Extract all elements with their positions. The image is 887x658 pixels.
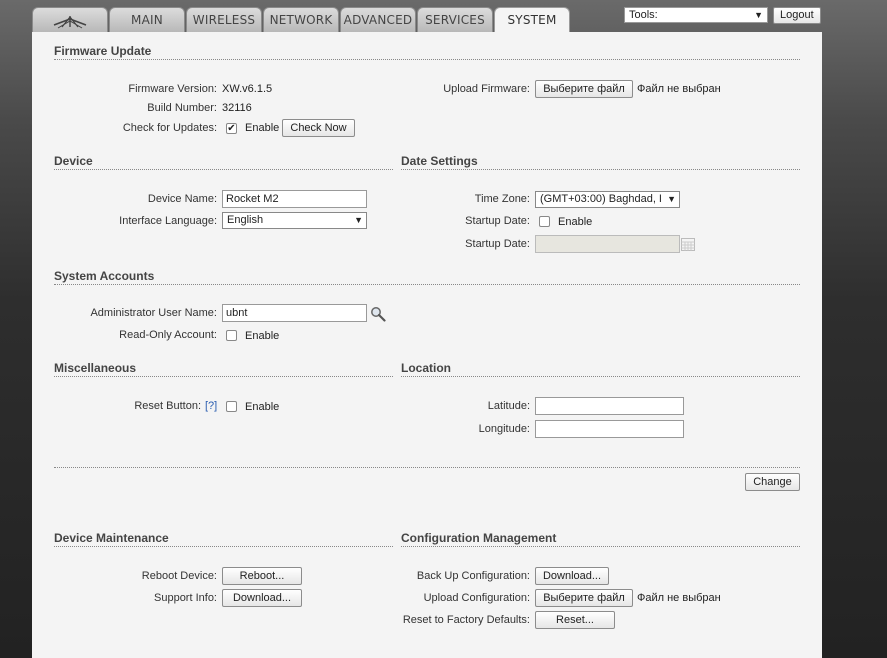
divider <box>401 169 800 170</box>
firmware-section-title: Firmware Update <box>54 44 152 58</box>
firmware-version-value: XW.v6.1.5 <box>222 83 273 95</box>
support-info-label: Support Info: <box>154 592 217 604</box>
firmware-version-label: Firmware Version: <box>128 83 217 95</box>
tools-select[interactable]: Tools: ▼ <box>624 7 768 23</box>
reset-factory-defaults-label: Reset to Factory Defaults: <box>402 614 530 626</box>
check-updates-enable-label: Enable <box>245 122 280 134</box>
reboot-device-label: Reboot Device: <box>141 570 217 582</box>
tab-main[interactable]: MAIN <box>109 7 185 32</box>
divider <box>54 59 800 60</box>
search-key-icon[interactable] <box>370 306 386 322</box>
system-accounts-section-title: System Accounts <box>54 269 155 283</box>
time-zone-value: (GMT+03:00) Baghdad, I <box>540 193 662 205</box>
latitude-label: Latitude: <box>487 400 530 412</box>
admin-username-input[interactable]: ubnt <box>222 304 367 322</box>
time-zone-select[interactable]: (GMT+03:00) Baghdad, I ▼ <box>535 191 680 208</box>
device-name-label: Device Name: <box>147 193 217 205</box>
firmware-no-file-text: Файл не выбран <box>637 83 721 95</box>
location-section-title: Location <box>401 361 451 375</box>
divider <box>401 376 800 377</box>
device-section-title: Device <box>54 154 93 168</box>
longitude-label: Longitude: <box>478 423 530 435</box>
reset-button-checkbox[interactable] <box>226 401 237 412</box>
interface-language-select[interactable]: English ▼ <box>222 212 367 229</box>
device-name-input[interactable]: Rocket M2 <box>222 190 367 208</box>
configuration-management-section-title: Configuration Management <box>401 531 557 545</box>
readonly-account-checkbox[interactable] <box>226 330 237 341</box>
device-maintenance-section-title: Device Maintenance <box>54 531 169 545</box>
chevron-down-icon: ▼ <box>754 10 763 20</box>
startup-date-input[interactable] <box>535 235 680 253</box>
startup-date-label: Startup Date: <box>465 238 530 250</box>
ubiquiti-logo-icon <box>53 16 87 29</box>
reboot-button[interactable]: Reboot... <box>222 567 302 585</box>
build-number-label: Build Number: <box>147 102 217 114</box>
tab-wireless[interactable]: WIRELESS <box>186 7 262 32</box>
interface-language-label: Interface Language: <box>119 215 217 227</box>
latitude-input[interactable] <box>535 397 684 415</box>
configuration-no-file-text: Файл не выбран <box>637 592 721 604</box>
reset-button-enable-text: Enable <box>245 401 280 413</box>
firmware-choose-file-button[interactable]: Выберите файл <box>535 80 633 98</box>
chevron-down-icon: ▼ <box>352 213 363 228</box>
tab-advanced[interactable]: ADVANCED <box>340 7 416 32</box>
divider <box>54 376 393 377</box>
chevron-down-icon: ▼ <box>665 192 676 207</box>
reset-button-help-link[interactable]: [?] <box>205 400 217 412</box>
check-now-button[interactable]: Check Now <box>282 119 355 137</box>
admin-username-label: Administrator User Name: <box>90 307 217 319</box>
calendar-icon[interactable] <box>681 237 695 251</box>
backup-configuration-label: Back Up Configuration: <box>416 570 530 582</box>
support-info-download-button[interactable]: Download... <box>222 589 302 607</box>
miscellaneous-section-title: Miscellaneous <box>54 361 137 375</box>
upload-configuration-label: Upload Configuration: <box>423 592 530 604</box>
logout-button[interactable]: Logout <box>773 7 821 24</box>
check-updates-checkbox[interactable]: ✔ <box>226 123 237 134</box>
time-zone-label: Time Zone: <box>474 193 530 205</box>
language-value: English <box>227 214 264 226</box>
tab-network[interactable]: NETWORK <box>263 7 339 32</box>
readonly-account-label: Read-Only Account: <box>119 329 217 341</box>
ubiquiti-logo-tab[interactable] <box>32 7 108 32</box>
reset-button-label: Reset Button: <box>134 400 201 412</box>
upload-firmware-label: Upload Firmware: <box>443 83 530 95</box>
backup-configuration-download-button[interactable]: Download... <box>535 567 609 585</box>
check-updates-label: Check for Updates: <box>122 122 217 134</box>
startup-date-enable-label: Startup Date: <box>465 215 530 227</box>
configuration-choose-file-button[interactable]: Выберите файл <box>535 589 633 607</box>
build-number-value: 32116 <box>222 102 252 114</box>
startup-date-enable-text: Enable <box>558 216 593 228</box>
readonly-account-enable-text: Enable <box>245 330 280 342</box>
divider <box>54 284 800 285</box>
tab-services[interactable]: SERVICES <box>417 7 493 32</box>
longitude-input[interactable] <box>535 420 684 438</box>
tab-system[interactable]: SYSTEM <box>494 7 570 33</box>
divider <box>54 467 800 468</box>
startup-date-checkbox[interactable] <box>539 216 550 227</box>
divider <box>54 169 393 170</box>
reset-factory-defaults-button[interactable]: Reset... <box>535 611 615 629</box>
divider <box>401 546 800 547</box>
tools-label: Tools: <box>629 9 658 21</box>
divider <box>54 546 393 547</box>
change-button[interactable]: Change <box>745 473 800 491</box>
date-settings-section-title: Date Settings <box>401 154 478 168</box>
